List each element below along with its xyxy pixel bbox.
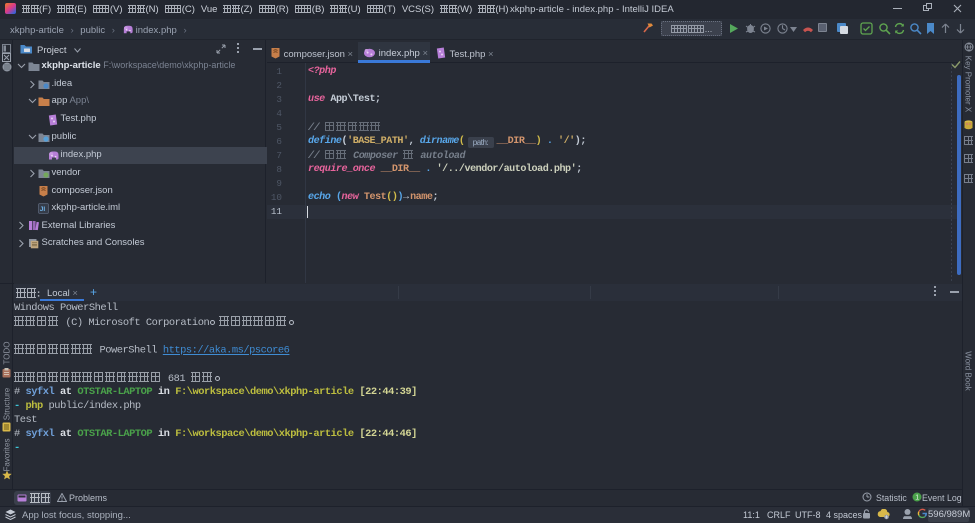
svg-text:JI: JI [40, 206, 46, 213]
svg-text:1: 1 [915, 495, 919, 502]
